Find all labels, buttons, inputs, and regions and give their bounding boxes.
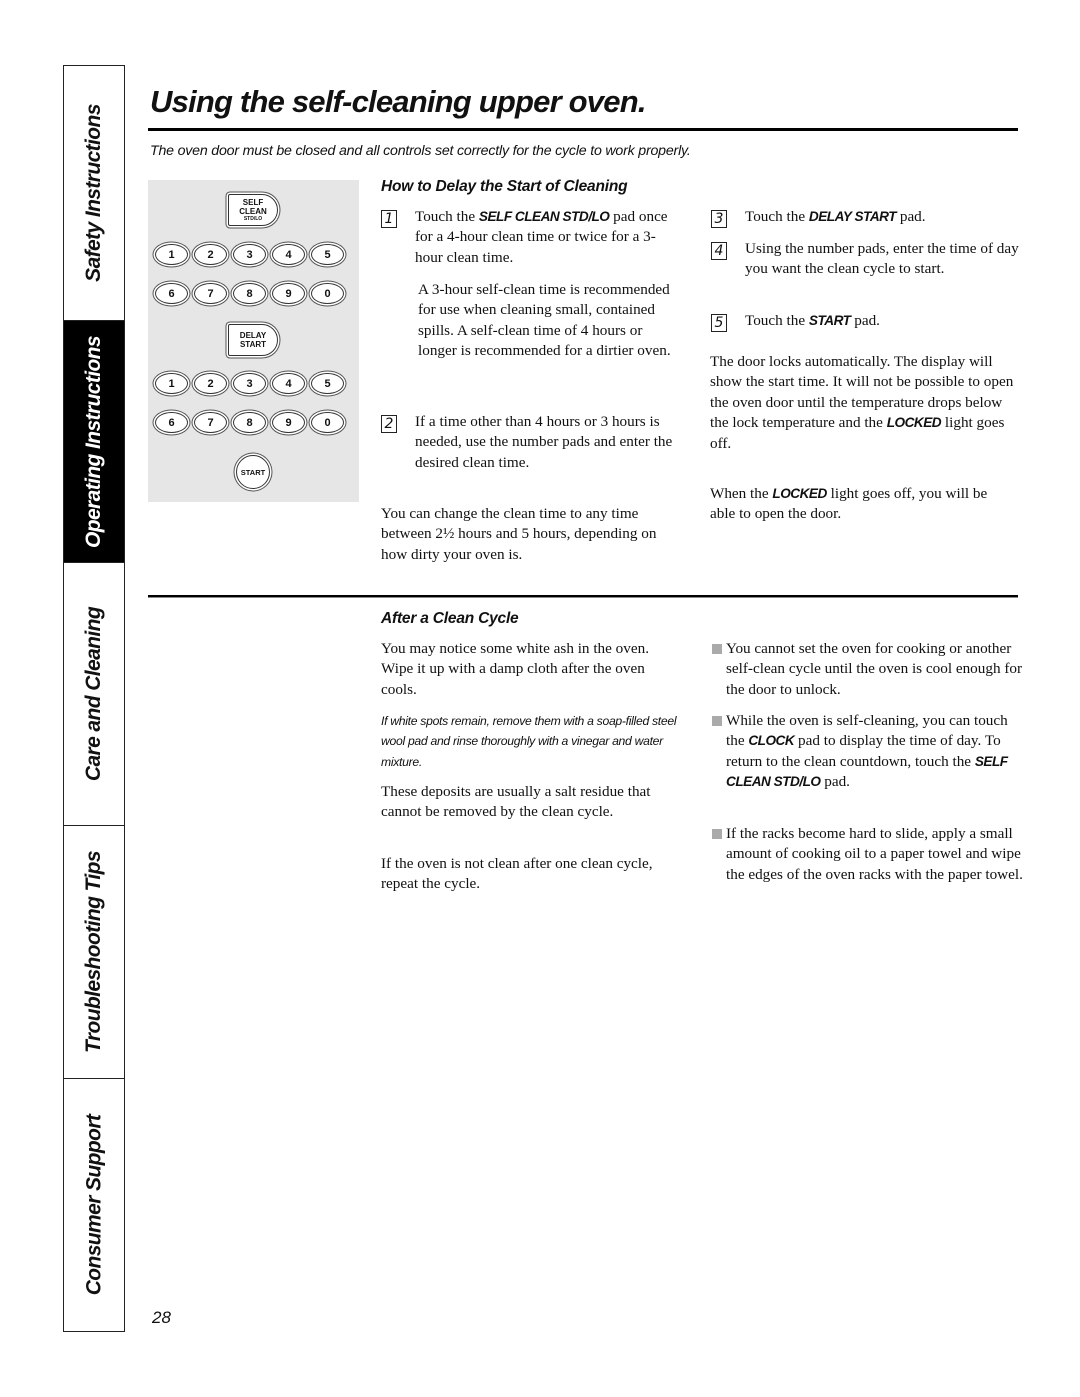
step-5: 5 Touch the START pad. xyxy=(711,311,1021,332)
square-bullet-icon xyxy=(712,716,722,726)
square-bullet-icon xyxy=(712,644,722,654)
light-name: LOCKED xyxy=(886,415,942,431)
after-section-heading: After a Clean Cycle xyxy=(381,610,519,627)
bullet-text: pad. xyxy=(820,773,850,791)
pad-label: DELAY xyxy=(239,331,267,340)
number-pad: 7 xyxy=(194,412,227,433)
tab-label: Care and Cleaning xyxy=(82,606,105,782)
step-text: pad. xyxy=(850,312,880,329)
pad-name: DELAY START xyxy=(808,209,897,224)
bullet-text: You cannot set the oven for cooking or a… xyxy=(726,640,1023,698)
tab-label: Consumer Support xyxy=(82,1114,106,1296)
number-pad: 0 xyxy=(311,283,344,304)
step-2: 2 If a time other than 4 hours or 3 hour… xyxy=(381,412,681,473)
number-pad: 2 xyxy=(194,373,227,394)
tab-label: Safety Instructions xyxy=(82,104,105,282)
step-text: If a time other than 4 hours or 3 hours … xyxy=(415,413,673,471)
step-number: 4 xyxy=(711,242,727,260)
number-pad: 3 xyxy=(233,373,266,394)
pad-label: STD/LO xyxy=(243,215,263,222)
number-pad-row: 1 2 3 4 5 xyxy=(155,373,344,394)
step-number: 2 xyxy=(381,415,397,433)
bullet-item: You cannot set the oven for cooking or a… xyxy=(712,639,1024,700)
step-number: 5 xyxy=(711,314,727,332)
clean-time-note: You can change the clean time to any tim… xyxy=(381,505,657,563)
pad-name: CLOCK xyxy=(748,733,795,749)
step-text: pad. xyxy=(896,208,926,225)
step-4: 4 Using the number pads, enter the time … xyxy=(711,239,1021,280)
number-pad: 4 xyxy=(272,373,305,394)
light-name: LOCKED xyxy=(772,486,827,501)
paragraph-text: When the xyxy=(710,485,773,502)
number-pad: 6 xyxy=(155,283,188,304)
number-pad: 5 xyxy=(311,373,344,394)
number-pad: 0 xyxy=(311,412,344,433)
number-pad: 1 xyxy=(155,373,188,394)
tab-label: Troubleshooting Tips xyxy=(82,851,106,1053)
number-pad: 7 xyxy=(194,283,227,304)
number-pad: 5 xyxy=(311,244,344,265)
locked-light-text: When the LOCKED light goes off, you will… xyxy=(710,484,1000,525)
tab-troubleshooting-tips[interactable]: Troubleshooting Tips xyxy=(64,826,124,1079)
number-pad: 9 xyxy=(272,412,305,433)
start-pad: START xyxy=(236,455,270,489)
delay-section-heading: How to Delay the Start of Cleaning xyxy=(381,178,628,195)
step-text: Touch the xyxy=(745,312,809,329)
intro-text: The oven door must be closed and all con… xyxy=(150,143,691,159)
number-pad-row: 6 7 8 9 0 xyxy=(155,283,344,304)
step-text: Touch the xyxy=(745,208,809,225)
section-divider xyxy=(148,595,1018,598)
step-number: 1 xyxy=(381,210,397,228)
salt-residue-paragraph: These deposits are usually a salt residu… xyxy=(381,783,651,821)
number-pad: 8 xyxy=(233,283,266,304)
pad-name: SELF CLEAN STD/LO xyxy=(478,209,610,224)
number-pad: 4 xyxy=(272,244,305,265)
step-1-note: A 3-hour self-clean time is recommended … xyxy=(418,281,671,360)
square-bullet-icon xyxy=(712,829,722,839)
pad-label: START xyxy=(239,340,267,349)
number-pad: 9 xyxy=(272,283,305,304)
number-pad: 1 xyxy=(155,244,188,265)
pad-name: START xyxy=(808,313,851,328)
self-clean-pad: SELF CLEAN STD/LO xyxy=(228,194,278,226)
number-pad: 6 xyxy=(155,412,188,433)
page-number: 28 xyxy=(152,1308,171,1327)
door-lock-text: The door locks automatically. The displa… xyxy=(710,352,1022,454)
white-spots-note: If white spots remain, remove them with … xyxy=(381,714,677,769)
tab-safety-instructions[interactable]: Safety Instructions xyxy=(64,66,124,321)
bullet-text: If the racks become hard to slide, apply… xyxy=(726,825,1023,883)
number-pad-row: 6 7 8 9 0 xyxy=(155,412,344,433)
title-divider xyxy=(148,128,1018,131)
step-text: Using the number pads, enter the time of… xyxy=(745,240,1019,278)
delay-start-pad: DELAY START xyxy=(228,324,278,356)
number-pad: 2 xyxy=(194,244,227,265)
number-pad-row: 1 2 3 4 5 xyxy=(155,244,344,265)
step-number: 3 xyxy=(711,210,727,228)
keypad-illustration: SELF CLEAN STD/LO 1 2 3 4 5 6 7 8 9 0 DE… xyxy=(148,180,359,502)
step-3: 3 Touch the DELAY START pad. xyxy=(711,207,1021,228)
number-pad: 3 xyxy=(233,244,266,265)
tab-label: Operating Instructions xyxy=(82,335,105,548)
bullet-item: If the racks become hard to slide, apply… xyxy=(712,824,1024,885)
section-tabs: Safety Instructions Operating Instructio… xyxy=(63,65,125,1332)
pad-label: CLEAN xyxy=(239,206,267,216)
pad-label: SELF xyxy=(242,197,264,207)
ash-paragraph: You may notice some white ash in the ove… xyxy=(381,640,649,698)
tab-care-and-cleaning[interactable]: Care and Cleaning xyxy=(64,563,124,826)
page-title: Using the self-cleaning upper oven. xyxy=(150,84,646,119)
number-pad: 8 xyxy=(233,412,266,433)
tab-consumer-support[interactable]: Consumer Support xyxy=(64,1079,124,1331)
bullet-item: While the oven is self-cleaning, you can… xyxy=(712,711,1024,793)
step-1: 1 Touch the SELF CLEAN STD/LO pad once f… xyxy=(381,207,681,268)
step-text: Touch the xyxy=(415,208,479,225)
repeat-cycle-paragraph: If the oven is not clean after one clean… xyxy=(381,855,653,893)
tab-operating-instructions[interactable]: Operating Instructions xyxy=(64,321,124,563)
